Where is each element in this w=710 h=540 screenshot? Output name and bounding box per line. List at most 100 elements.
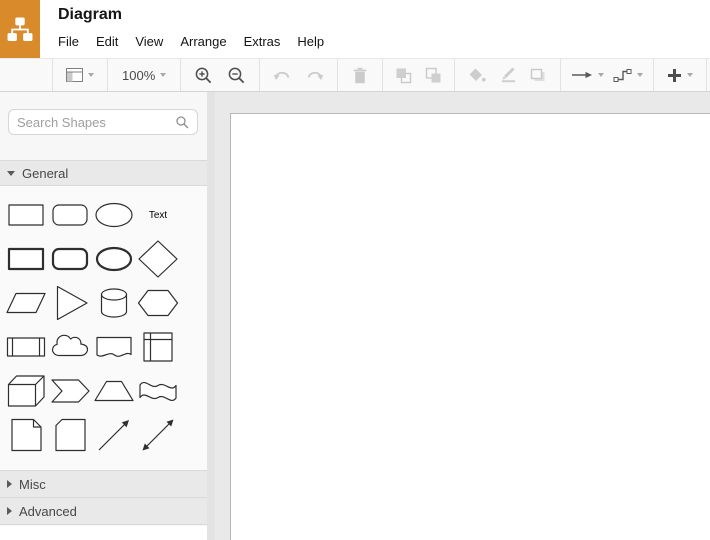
directional-line-icon bbox=[98, 420, 129, 451]
step-icon bbox=[51, 379, 90, 403]
zoom-level-value: 100% bbox=[122, 67, 156, 83]
shape-palette: Text bbox=[4, 193, 204, 457]
section-header-general[interactable]: General bbox=[0, 160, 207, 186]
to-back-button[interactable] bbox=[425, 67, 442, 84]
section-header-misc[interactable]: Misc bbox=[0, 470, 207, 497]
trash-icon bbox=[354, 67, 367, 83]
ellipse-icon bbox=[95, 202, 133, 228]
line-color-button[interactable] bbox=[499, 67, 517, 83]
shape-card[interactable] bbox=[48, 413, 92, 457]
plus-icon bbox=[668, 68, 682, 82]
sidebar-resize-handle[interactable] bbox=[207, 92, 215, 540]
shape-rectangle-bold[interactable] bbox=[4, 237, 48, 281]
menu-file[interactable]: File bbox=[58, 34, 79, 49]
shape-bidirectional-line[interactable] bbox=[136, 413, 180, 457]
section-label: Misc bbox=[19, 476, 46, 492]
zoom-in-icon bbox=[195, 67, 212, 83]
search-icon bbox=[176, 115, 189, 129]
chevron-down-icon bbox=[160, 73, 167, 77]
shape-ellipse-bold[interactable] bbox=[92, 237, 136, 281]
hexagon-icon bbox=[137, 289, 179, 317]
bidirectional-line-icon bbox=[142, 419, 174, 451]
rounded-rectangle-bold-icon bbox=[51, 247, 89, 271]
toolbar: 100% bbox=[0, 58, 710, 92]
menu-view[interactable]: View bbox=[135, 34, 163, 49]
chevron-right-icon bbox=[7, 480, 12, 488]
to-front-icon bbox=[396, 68, 412, 83]
shape-hexagon[interactable] bbox=[136, 281, 180, 325]
view-panels-icon bbox=[66, 68, 83, 82]
shape-parallelogram[interactable] bbox=[4, 281, 48, 325]
rectangle-bold-icon bbox=[7, 247, 45, 271]
chevron-right-icon bbox=[7, 507, 12, 515]
chevron-down-icon bbox=[687, 73, 694, 77]
shape-rounded-rectangle-bold[interactable] bbox=[48, 237, 92, 281]
undo-icon bbox=[274, 71, 290, 80]
shape-internal-storage[interactable] bbox=[136, 325, 180, 369]
tape-icon bbox=[139, 381, 177, 402]
shape-text[interactable]: Text bbox=[136, 193, 180, 237]
shape-note[interactable] bbox=[4, 413, 48, 457]
shape-cloud[interactable] bbox=[48, 325, 92, 369]
shape-tape[interactable] bbox=[136, 369, 180, 413]
chevron-down-icon bbox=[598, 73, 605, 77]
cube-icon bbox=[7, 375, 45, 407]
drawing-page[interactable] bbox=[230, 113, 710, 540]
fill-color-button[interactable] bbox=[468, 67, 486, 83]
shape-step[interactable] bbox=[48, 369, 92, 413]
menu-edit[interactable]: Edit bbox=[96, 34, 118, 49]
canvas-area bbox=[215, 92, 710, 540]
view-panels-button[interactable] bbox=[66, 68, 94, 82]
shape-triangle[interactable] bbox=[48, 281, 92, 325]
zoom-in-button[interactable] bbox=[194, 66, 213, 85]
zoom-level-button[interactable]: 100% bbox=[122, 67, 167, 83]
menu-extras[interactable]: Extras bbox=[244, 34, 281, 49]
org-chart-logo-icon bbox=[7, 17, 33, 41]
menu-help[interactable]: Help bbox=[297, 34, 324, 49]
search-input[interactable] bbox=[17, 114, 176, 130]
note-icon bbox=[11, 418, 42, 452]
cylinder-icon bbox=[100, 288, 128, 318]
shapes-sidebar: General Text Misc Advanced bbox=[0, 92, 207, 540]
waypoint-style-button[interactable] bbox=[613, 68, 644, 83]
diamond-icon bbox=[138, 240, 178, 278]
shape-ellipse[interactable] bbox=[92, 193, 136, 237]
menubar: File Edit View Arrange Extras Help bbox=[58, 34, 324, 49]
shape-text-label: Text bbox=[148, 209, 168, 221]
shape-cylinder[interactable] bbox=[92, 281, 136, 325]
arrow-right-icon bbox=[572, 71, 593, 79]
shape-diamond[interactable] bbox=[136, 237, 180, 281]
shape-rounded-rectangle[interactable] bbox=[48, 193, 92, 237]
section-header-advanced[interactable]: Advanced bbox=[0, 497, 207, 525]
redo-button[interactable] bbox=[305, 68, 325, 82]
app-logo bbox=[0, 0, 40, 58]
triangle-icon bbox=[56, 285, 88, 321]
shape-cube[interactable] bbox=[4, 369, 48, 413]
document-icon bbox=[96, 336, 132, 357]
to-front-button[interactable] bbox=[395, 67, 412, 84]
shape-document[interactable] bbox=[92, 325, 136, 369]
toolbar-separator bbox=[706, 59, 708, 91]
zoom-out-icon bbox=[228, 67, 245, 83]
shape-directional-line[interactable] bbox=[92, 413, 136, 457]
menu-arrange[interactable]: Arrange bbox=[180, 34, 226, 49]
elbow-connector-icon bbox=[613, 68, 632, 82]
shape-trapezoid[interactable] bbox=[92, 369, 136, 413]
process-icon bbox=[6, 337, 46, 357]
connection-arrow-button[interactable] bbox=[571, 69, 605, 81]
chevron-down-icon bbox=[637, 73, 644, 77]
shape-process[interactable] bbox=[4, 325, 48, 369]
shadow-button[interactable] bbox=[530, 68, 547, 83]
internal-storage-icon bbox=[143, 332, 173, 362]
card-icon bbox=[55, 418, 86, 452]
insert-button[interactable] bbox=[667, 68, 694, 83]
shape-rectangle[interactable] bbox=[4, 193, 48, 237]
cloud-icon bbox=[51, 334, 89, 357]
undo-button[interactable] bbox=[272, 68, 292, 82]
zoom-out-button[interactable] bbox=[227, 66, 246, 85]
paint-bucket-icon bbox=[469, 68, 486, 82]
section-label: Advanced bbox=[19, 503, 77, 519]
delete-button[interactable] bbox=[353, 67, 367, 84]
ellipse-bold-icon bbox=[95, 246, 133, 272]
sidebar-bottom-spacer bbox=[0, 526, 207, 540]
